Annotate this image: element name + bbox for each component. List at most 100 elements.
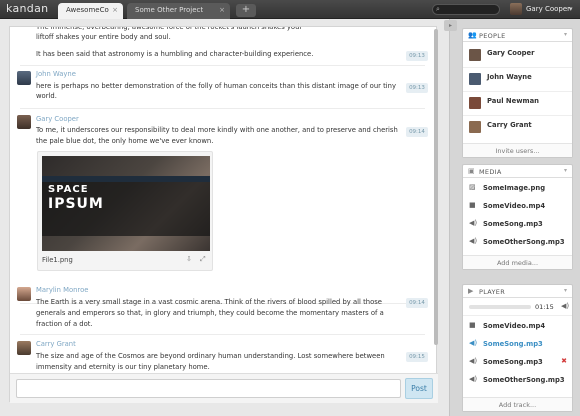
collapse-sidebar-icon[interactable]: ▸ <box>444 20 457 31</box>
person-row[interactable]: Gary Cooper <box>463 46 572 66</box>
thumbnail-subtitle: IPSUM <box>48 196 104 212</box>
people-icon: 👥 <box>468 31 477 39</box>
divider <box>463 91 572 92</box>
media-panel: ▣ MEDIA ▾ ▨ SomeImage.png ■ SomeVideo.mp… <box>462 164 573 270</box>
message-author[interactable]: Carry Grant <box>36 340 76 348</box>
message-text: the pale blue dot, the only home we've e… <box>36 137 214 145</box>
media-item[interactable]: ▨ SomeImage.png <box>463 182 572 196</box>
divider <box>20 108 425 109</box>
message-author[interactable]: Marylin Monroe <box>36 286 88 294</box>
tab-label: AwesomeCo <box>66 6 109 14</box>
track-name: SomeSong.mp3 <box>483 358 543 366</box>
play-icon[interactable]: ▶ <box>468 287 473 295</box>
timestamp: 09:13 <box>406 83 428 93</box>
avatar <box>17 115 31 129</box>
avatar <box>17 341 31 355</box>
message-author[interactable]: John Wayne <box>36 70 76 78</box>
audio-icon: ◀) <box>469 357 478 365</box>
thumbnail-title: SPACE <box>48 184 89 195</box>
remove-icon[interactable]: ✖ <box>561 357 567 365</box>
panel-title: MEDIA <box>479 168 502 176</box>
chevron-down-icon[interactable]: ▾ <box>564 167 567 174</box>
audio-icon: ◀) <box>469 339 478 347</box>
composer: Post <box>10 373 438 403</box>
divider <box>20 334 425 335</box>
chat-panel: The immense, overbearing, awesome force … <box>9 26 438 403</box>
person-name: Carry Grant <box>487 121 532 129</box>
top-bar: kandan AwesomeCo × Some Other Project × … <box>0 0 580 19</box>
chevron-down-icon: ▾ <box>569 5 573 13</box>
message-list: The immense, overbearing, awesome force … <box>10 27 430 373</box>
chat-scrollbar[interactable] <box>434 29 438 345</box>
avatar <box>469 97 481 109</box>
avatar <box>469 121 481 133</box>
message-text: world. <box>36 92 57 100</box>
new-tab-button[interactable]: + <box>236 4 256 17</box>
message-input[interactable] <box>16 379 401 398</box>
tab-awesomeco[interactable]: AwesomeCo × <box>58 3 123 19</box>
track-item-playing[interactable]: ◀) SomeSong.mp3 <box>463 338 572 352</box>
search-input[interactable]: ⌕ <box>432 4 500 15</box>
person-row[interactable]: John Wayne <box>463 70 572 90</box>
add-media-link[interactable]: Add media... <box>463 255 572 269</box>
audio-icon: ◀) <box>469 237 478 245</box>
people-panel: 👥 PEOPLE ▾ Gary Cooper John Wayne Paul N… <box>462 28 573 158</box>
avatar <box>469 49 481 61</box>
person-row[interactable]: Carry Grant <box>463 118 572 138</box>
media-panel-header[interactable]: ▣ MEDIA ▾ <box>463 165 572 178</box>
add-track-link[interactable]: Add track... <box>463 397 572 411</box>
app-logo: kandan <box>6 2 49 15</box>
panel-title: PEOPLE <box>479 32 506 40</box>
timestamp: 09:14 <box>406 298 428 308</box>
chevron-down-icon[interactable]: ▾ <box>564 31 567 38</box>
track-name: SomeVideo.mp4 <box>483 322 546 330</box>
message-text: generals and emperors so that, in glory … <box>36 309 384 317</box>
media-name: SomeSong.mp3 <box>483 220 543 228</box>
file-thumbnail[interactable]: SPACE IPSUM <box>42 156 210 251</box>
right-sidebar: 👥 PEOPLE ▾ Gary Cooper John Wayne Paul N… <box>449 19 580 416</box>
track-item[interactable]: ◀) SomeSong.mp3 ✖ <box>463 356 572 370</box>
person-name: Gary Cooper <box>487 49 535 57</box>
media-item[interactable]: ◀) SomeOtherSong.mp3 <box>463 236 572 250</box>
media-name: SomeOtherSong.mp3 <box>483 238 565 246</box>
audio-icon: ◀) <box>469 219 478 227</box>
media-item[interactable]: ■ SomeVideo.mp4 <box>463 200 572 214</box>
message-text: here is perhaps no better demonstration … <box>36 82 396 90</box>
tab-label: Some Other Project <box>135 6 204 14</box>
file-attachment[interactable]: SPACE IPSUM File1.png ⇩ ⤢ <box>37 151 213 271</box>
volume-icon[interactable]: ◀) <box>561 302 569 310</box>
message-text: To me, it underscores our responsibility… <box>36 126 398 134</box>
divider <box>463 315 572 316</box>
message-author[interactable]: Gary Cooper <box>36 115 79 123</box>
divider <box>20 65 425 66</box>
playback-progress[interactable] <box>469 305 531 309</box>
image-icon: ▨ <box>469 183 476 191</box>
close-icon[interactable]: × <box>219 6 225 14</box>
playback-time: 01:15 <box>535 303 554 311</box>
file-name[interactable]: File1.png <box>42 256 73 264</box>
track-name: SomeSong.mp3 <box>483 340 543 348</box>
avatar <box>510 3 522 15</box>
message-text: The size and age of the Cosmos are beyon… <box>36 352 385 360</box>
expand-icon[interactable]: ⤢ <box>200 255 206 264</box>
close-icon[interactable]: × <box>112 6 118 14</box>
media-name: SomeVideo.mp4 <box>483 202 546 210</box>
invite-users-link[interactable]: Invite users... <box>463 143 572 157</box>
media-icon: ▣ <box>468 167 475 175</box>
chevron-down-icon[interactable]: ▾ <box>564 287 567 294</box>
timestamp: 09:14 <box>406 127 428 137</box>
video-icon: ■ <box>469 201 476 209</box>
tab-some-other-project[interactable]: Some Other Project × <box>127 3 230 19</box>
message-text: immensity and eternity is our tiny plane… <box>36 363 210 371</box>
track-item[interactable]: ◀) SomeOtherSong.mp3 <box>463 374 572 388</box>
panel-title: PLAYER <box>479 288 506 296</box>
media-item[interactable]: ◀) SomeSong.mp3 <box>463 218 572 232</box>
user-name: Gary Cooper <box>526 5 571 13</box>
people-panel-header[interactable]: 👥 PEOPLE ▾ <box>463 29 572 42</box>
track-item[interactable]: ■ SomeVideo.mp4 <box>463 320 572 334</box>
timestamp: 09:13 <box>406 51 428 61</box>
post-button[interactable]: Post <box>405 378 433 399</box>
person-row[interactable]: Paul Newman <box>463 94 572 114</box>
player-panel-header[interactable]: ▶ PLAYER ▾ <box>463 285 572 298</box>
download-icon[interactable]: ⇩ <box>186 255 192 263</box>
